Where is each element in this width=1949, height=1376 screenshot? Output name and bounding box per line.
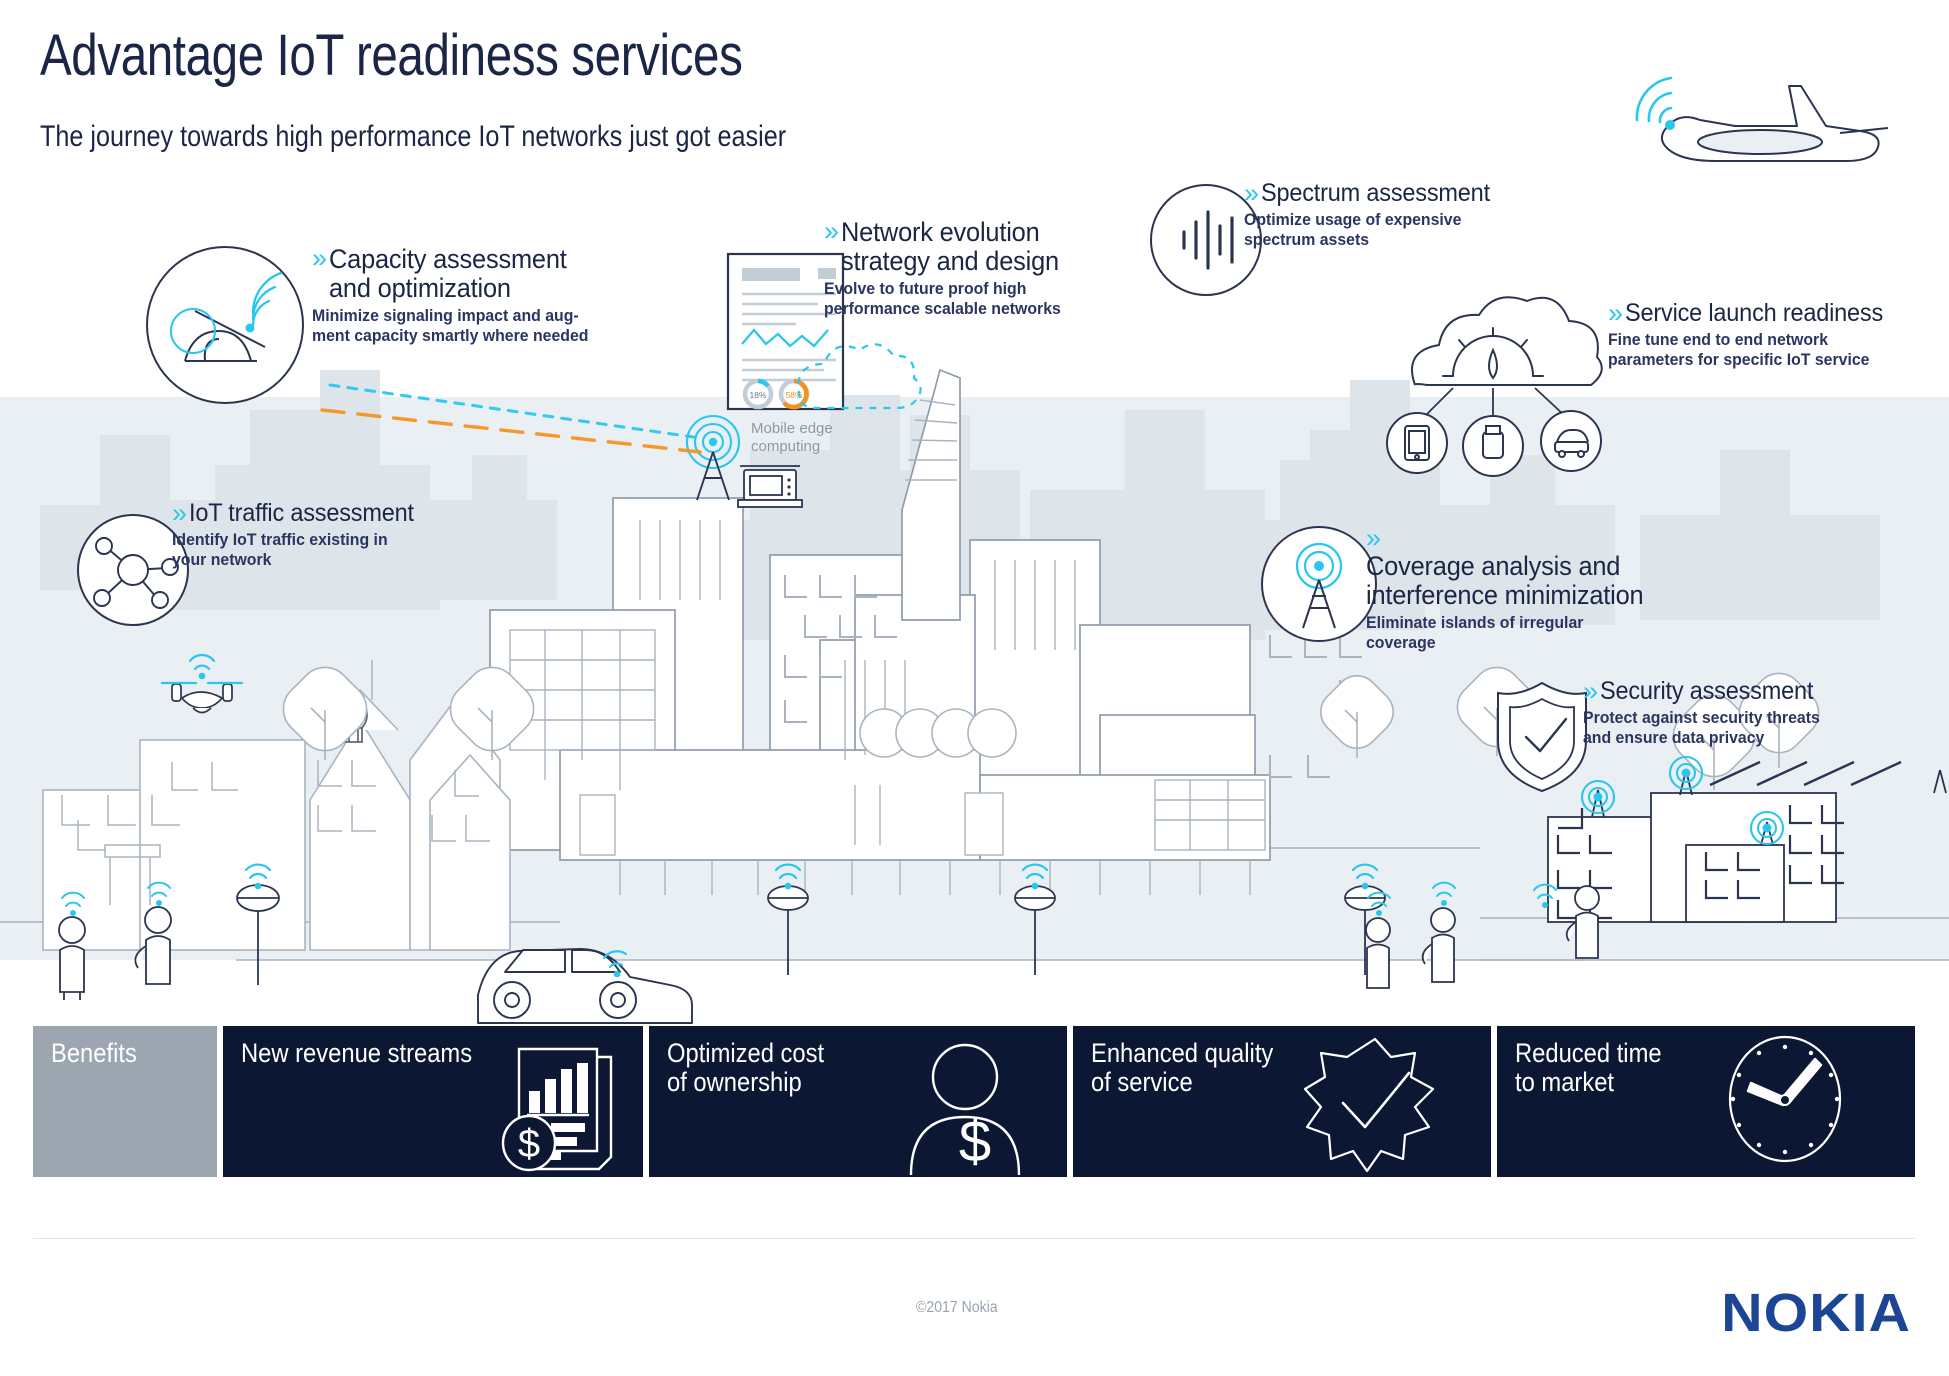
chevron-icon: » [1583,676,1599,706]
edge-server-icon [737,465,803,508]
svg-text:$: $ [959,1109,991,1174]
benefit-card-optimized-cost[interactable]: Optimized cost of ownership $ [649,1026,1067,1177]
callout-network-evolution: »Network evolution strategy and design E… [824,218,1084,319]
chevron-icon: » [312,243,328,273]
bar-chart-dollar-icon: $ [489,1033,629,1173]
airplane-icon [1635,76,1889,162]
chevron-icon: » [824,216,840,246]
callout-subtitle: Fine tune end to end network parameters … [1608,331,1870,370]
svg-text:18%: 18% [749,390,766,400]
callout-security-assessment: »Security assessment Protect against sec… [1583,678,1903,748]
benefit-label: Optimized cost of ownership [667,1038,825,1098]
benefits-header-label: Benefits [51,1038,137,1068]
callout-title: Capacity assessment and optimization [329,244,567,303]
callout-title: Network evolution strategy and design [841,217,1059,276]
badge-check-icon [1303,1031,1445,1177]
page-title: Advantage IoT readiness services [40,23,743,88]
benefit-card-new-revenue-streams[interactable]: New revenue streams $ [223,1026,643,1177]
benefit-label: Enhanced quality of service [1091,1038,1274,1098]
mobile-edge-computing-label: Mobile edge computing [751,420,833,455]
benefit-card-reduced-time[interactable]: Reduced time to market [1497,1026,1915,1177]
callout-spectrum-assessment: »Spectrum assessment Optimize usage of e… [1244,180,1544,250]
benefit-card-enhanced-quality[interactable]: Enhanced quality of service [1073,1026,1491,1177]
chevron-icon: » [172,498,188,528]
callout-title: Coverage analysis and interference minim… [1366,551,1644,610]
callout-capacity-assessment: »Capacity assessment and optimization Mi… [312,245,612,346]
callout-service-launch-readiness: »Service launch readiness Fine tune end … [1608,300,1928,370]
callout-subtitle: Minimize signaling impact and aug- ment … [312,306,589,345]
svg-text:$: $ [518,1122,540,1166]
callout-subtitle: Identify IoT traffic existing in your ne… [172,531,388,570]
page-subtitle: The journey towards high performance IoT… [40,120,787,153]
infographic-canvas: »Capacity assessment and optimization Mi… [0,0,1949,1376]
nokia-logo: NOKIA [1721,1282,1911,1344]
callout-subtitle: Evolve to future proof high performance … [824,279,1061,318]
benefits-header-card: Benefits [33,1026,217,1177]
callout-subtitle: Protect against security threats and ens… [1583,709,1820,748]
benefits-bar: Benefits New revenue streams $ Optimized… [33,1026,1915,1177]
shield-check-icon [1497,681,1587,793]
footer-divider [33,1238,1915,1239]
callout-title: Security assessment [1600,677,1814,705]
callout-iot-traffic-assessment: »IoT traffic assessment Identify IoT tra… [172,500,472,570]
callout-subtitle: Optimize usage of expensive spectrum ass… [1244,211,1462,250]
callout-coverage-analysis: »Coverage analysis and interference mini… [1366,525,1666,653]
callout-title: Spectrum assessment [1261,179,1490,207]
clock-icon [1715,1031,1855,1171]
nokia-wordmark: NOKIA [1721,1283,1911,1343]
benefit-label: New revenue streams [241,1038,473,1068]
person-dollar-icon: $ [903,1037,1033,1177]
chevron-icon: » [1244,178,1260,208]
copyright-text: ©2017 Nokia [916,1299,998,1316]
callout-title: IoT traffic assessment [189,499,414,527]
car-signal-circle-icon [146,246,304,404]
chevron-icon: » [1366,523,1382,553]
benefit-label: Reduced time to market [1515,1038,1662,1098]
chevron-icon: » [1608,298,1624,328]
callout-subtitle: Eliminate islands of irregular coverage [1366,613,1584,652]
callout-title: Service launch readiness [1625,299,1884,327]
